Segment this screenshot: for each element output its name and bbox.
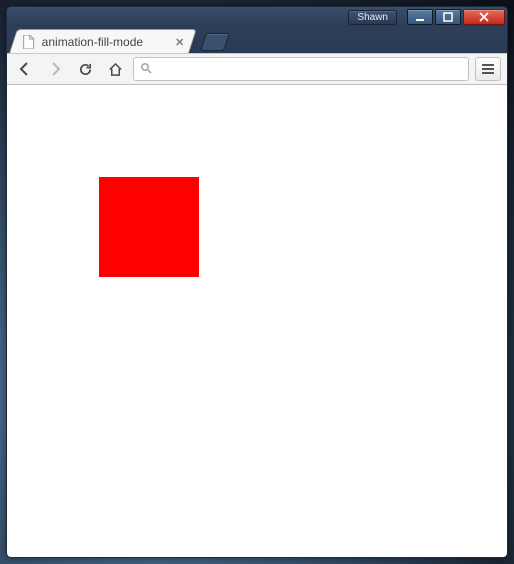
- menu-button[interactable]: [475, 57, 501, 81]
- minimize-button[interactable]: [407, 9, 433, 25]
- browser-window: Shawn animation-fill-mode: [6, 6, 508, 558]
- new-tab-button[interactable]: [200, 33, 230, 51]
- page-viewport: [7, 85, 507, 557]
- window-titlebar: Shawn: [7, 7, 507, 27]
- reload-button[interactable]: [73, 57, 97, 81]
- red-square: [99, 177, 199, 277]
- forward-button[interactable]: [43, 57, 67, 81]
- maximize-button[interactable]: [435, 9, 461, 25]
- back-button[interactable]: [13, 57, 37, 81]
- close-button[interactable]: [463, 9, 505, 25]
- file-icon: [22, 35, 36, 49]
- browser-tab[interactable]: animation-fill-mode: [9, 29, 197, 53]
- tab-close-icon[interactable]: [174, 36, 186, 48]
- address-bar[interactable]: [133, 57, 469, 81]
- tab-title: animation-fill-mode: [42, 35, 170, 49]
- tab-strip: animation-fill-mode: [7, 27, 507, 53]
- user-badge[interactable]: Shawn: [348, 10, 397, 25]
- browser-toolbar: [7, 53, 507, 85]
- search-icon: [140, 62, 152, 77]
- home-button[interactable]: [103, 57, 127, 81]
- address-input[interactable]: [158, 62, 462, 76]
